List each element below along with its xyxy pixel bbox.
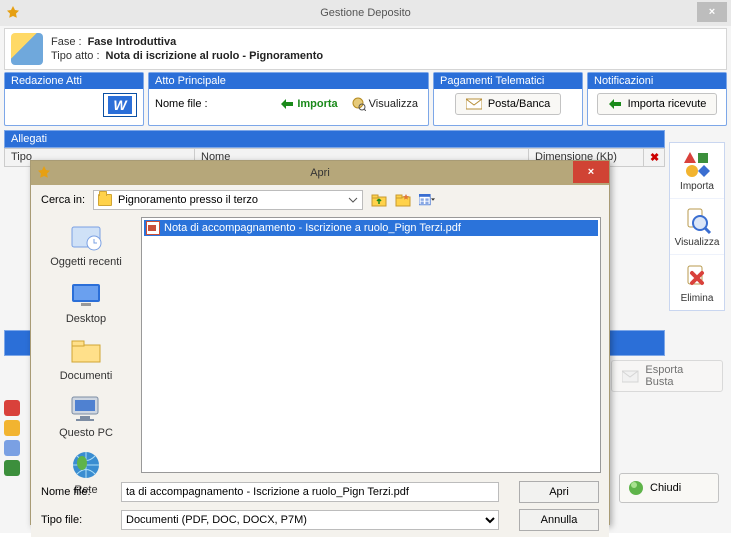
folder-icon — [98, 194, 112, 206]
group-pagamenti-telematici: Pagamenti Telematici Posta/Banca — [433, 72, 583, 126]
tipo-file-label: Tipo file: — [41, 514, 111, 526]
nome-file-input[interactable] — [121, 482, 499, 502]
globe-search-icon — [352, 97, 366, 111]
place-desktop[interactable]: Desktop — [66, 278, 106, 325]
dialog-close-button[interactable]: × — [573, 161, 609, 183]
strip-blue-icon — [4, 440, 20, 456]
dialog-tool-icons — [371, 192, 435, 208]
titlebar: Gestione Deposito × — [0, 0, 731, 26]
strip-yellow-icon — [4, 420, 20, 436]
importa-ricevute-button[interactable]: Importa ricevute — [597, 93, 718, 115]
group-title: Redazione Atti — [5, 73, 143, 89]
window-title: Gestione Deposito — [320, 7, 411, 19]
open-file-dialog: Apri × Cerca in: Pignoramento presso il … — [30, 160, 610, 525]
network-globe-icon — [66, 449, 106, 481]
importa-button[interactable]: Importa — [276, 96, 341, 112]
nome-file-label: Nome file: — [41, 486, 111, 498]
import-arrow-icon — [280, 97, 294, 111]
esporta-busta-button[interactable]: Esporta Busta — [611, 360, 723, 392]
apri-button[interactable]: Apri — [519, 481, 599, 503]
side-visualizza-button[interactable]: Visualizza — [670, 199, 724, 255]
up-folder-icon[interactable] — [371, 192, 387, 208]
allegati-side-buttons: Importa Visualizza Elimina — [669, 142, 725, 311]
strip-red-icon — [4, 400, 20, 416]
look-in-combo[interactable]: Pignoramento presso il terzo — [93, 190, 363, 210]
main-window: Gestione Deposito × Fase : Fase Introdut… — [0, 0, 731, 533]
nome-file-label: Nome file : — [155, 98, 208, 110]
strip-green-icon — [4, 460, 20, 476]
group-atto-principale: Atto Principale Nome file : Importa Visu… — [148, 72, 429, 126]
tipo-value: Nota di iscrizione al ruolo - Pignoramen… — [106, 50, 324, 62]
place-documents[interactable]: Documenti — [60, 335, 113, 382]
col-delete[interactable]: ✖ — [644, 149, 664, 166]
document-icon — [11, 33, 43, 65]
dialog-app-icon — [37, 166, 51, 180]
word-button[interactable]: W — [103, 93, 137, 117]
place-thispc[interactable]: Questo PC — [59, 392, 113, 439]
dialog-title: Apri — [310, 167, 330, 179]
new-folder-icon[interactable] — [395, 192, 411, 208]
group-redazione-atti: Redazione Atti W — [4, 72, 144, 126]
visualizza-button[interactable]: Visualizza — [348, 96, 422, 112]
import-arrow-icon — [608, 97, 622, 111]
group-title: Atto Principale — [149, 73, 428, 89]
posta-banca-button[interactable]: Posta/Banca — [455, 93, 561, 115]
chevron-down-icon — [348, 195, 358, 205]
documents-folder-icon — [66, 335, 106, 367]
pdf-file-icon — [146, 221, 160, 235]
annulla-button[interactable]: Annulla — [519, 509, 599, 531]
fase-value: Fase Introduttiva — [88, 36, 177, 48]
dialog-titlebar: Apri × — [31, 161, 609, 185]
file-name: Nota di accompagnamento - Iscrizione a r… — [164, 222, 461, 234]
dialog-bottom: Nome file: Apri Tipo file: Documenti (PD… — [31, 475, 609, 537]
dialog-toolbar: Cerca in: Pignoramento presso il terzo — [31, 185, 609, 215]
header-info-panel: Fase : Fase Introduttiva Tipo atto : Not… — [4, 28, 727, 70]
tipo-file-select[interactable]: Documenti (PDF, DOC, DOCX, P7M) — [121, 510, 499, 530]
computer-icon — [66, 392, 106, 424]
dialog-body: Oggetti recenti Desktop Documenti Questo… — [31, 215, 609, 475]
desktop-icon — [66, 278, 106, 310]
cerca-in-label: Cerca in: — [41, 194, 85, 206]
green-orb-icon — [628, 480, 644, 496]
file-list[interactable]: Nota di accompagnamento - Iscrizione a r… — [141, 217, 601, 473]
group-title: Notificazioni — [588, 73, 726, 89]
group-notificazioni: Notificazioni Importa ricevute — [587, 72, 727, 126]
recent-items-icon — [66, 221, 106, 253]
side-importa-button[interactable]: Importa — [670, 143, 724, 199]
allegati-title: Allegati — [4, 130, 665, 148]
word-icon: W — [108, 96, 132, 114]
view-menu-icon[interactable] — [419, 192, 435, 208]
left-side-strip — [4, 400, 24, 476]
side-elimina-button[interactable]: Elimina — [670, 255, 724, 310]
envelope-export-icon — [622, 368, 639, 384]
tipo-label: Tipo atto : — [51, 50, 100, 62]
app-icon — [6, 6, 20, 20]
group-title: Pagamenti Telematici — [434, 73, 582, 89]
delete-icon — [682, 261, 712, 291]
place-recent[interactable]: Oggetti recenti — [50, 221, 122, 268]
places-bar: Oggetti recenti Desktop Documenti Questo… — [31, 215, 141, 475]
envelope-icon — [466, 97, 482, 111]
groups-row: Redazione Atti W Atto Principale Nome fi… — [4, 72, 727, 126]
file-item[interactable]: Nota di accompagnamento - Iscrizione a r… — [144, 220, 598, 236]
chiudi-button[interactable]: Chiudi — [619, 473, 719, 503]
magnifier-icon — [682, 205, 712, 235]
fase-label: Fase : — [51, 36, 82, 48]
shapes-import-icon — [682, 149, 712, 179]
window-close-button[interactable]: × — [697, 2, 727, 22]
